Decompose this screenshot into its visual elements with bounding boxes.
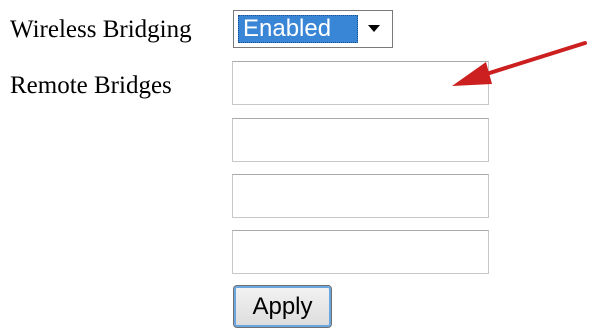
apply-button[interactable]: Apply [233,285,332,328]
remote-bridge-field-2[interactable] [232,118,489,162]
chevron-down-icon[interactable] [360,15,388,43]
red-arrow-icon [452,41,587,86]
wireless-bridging-selected-value: Enabled [238,15,358,43]
wireless-bridging-select[interactable]: Enabled [233,10,393,48]
wireless-bridging-label: Wireless Bridging [10,16,192,43]
remote-bridges-label: Remote Bridges [10,72,172,99]
remote-bridge-field-3[interactable] [232,174,489,218]
remote-bridge-field-4[interactable] [232,230,489,274]
